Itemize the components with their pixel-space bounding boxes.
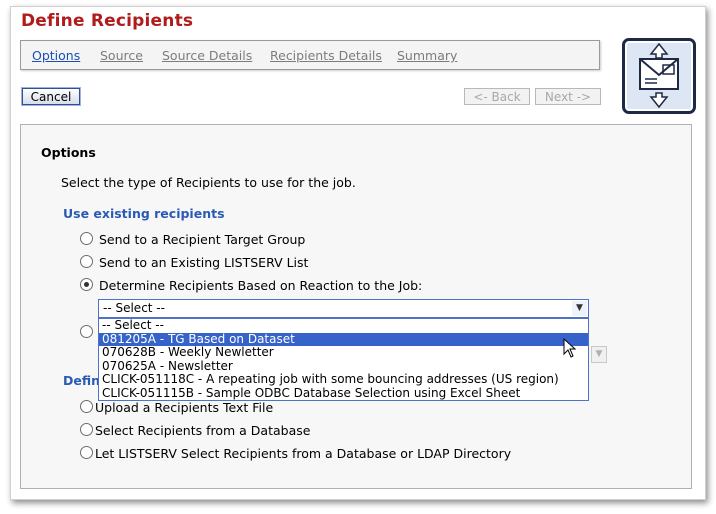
tab-source-details[interactable]: Source Details — [162, 48, 252, 63]
back-button[interactable]: <- Back — [464, 88, 530, 105]
instruction-text: Select the type of Recipients to use for… — [61, 175, 356, 190]
radio-button[interactable] — [80, 446, 93, 459]
radio-label: Determine Recipients Based on Reaction t… — [99, 278, 423, 293]
envelope-exchange-icon — [622, 38, 696, 114]
tab-summary[interactable]: Summary — [397, 48, 457, 63]
cancel-button[interactable]: Cancel — [22, 88, 80, 105]
job-select-dropdown[interactable]: -- Select -- 081205A - TG Based on Datas… — [98, 318, 589, 401]
dropdown-option[interactable]: 070625A - Newsletter — [99, 359, 588, 374]
radio-label: Send to an Existing LISTSERV List — [99, 255, 309, 270]
radio-listserv-list[interactable]: Send to an Existing LISTSERV List — [80, 255, 308, 270]
dropdown-option[interactable]: CLICK-051118C - A repeating job with som… — [99, 372, 588, 387]
tab-source[interactable]: Source — [100, 48, 143, 63]
radio-button[interactable] — [80, 423, 93, 436]
radio-label: Select Recipients from a Database — [95, 423, 311, 438]
job-select-value: -- Select -- — [103, 301, 165, 315]
tab-options[interactable]: Options — [32, 48, 80, 63]
job-select[interactable]: -- Select -- ▼ — [98, 299, 589, 318]
radio-label: Let LISTSERV Select Recipients from a Da… — [95, 446, 512, 461]
section-title: Options — [41, 145, 96, 160]
mouse-pointer-icon — [563, 337, 577, 362]
radio-button[interactable] — [80, 400, 93, 413]
existing-recipients-heading: Use existing recipients — [63, 206, 225, 221]
dropdown-option[interactable]: CLICK-051115B - Sample ODBC Database Sel… — [99, 386, 588, 401]
chevron-down-icon[interactable]: ▼ — [591, 346, 607, 363]
page-title: Define Recipients — [21, 11, 194, 31]
dropdown-option-highlighted[interactable]: 081205A - TG Based on Dataset — [99, 332, 588, 346]
dropdown-option[interactable]: 070628B - Weekly Newletter — [99, 345, 588, 360]
tab-recipients-details[interactable]: Recipients Details — [270, 48, 382, 63]
define-recipients-heading: Defin — [63, 373, 101, 388]
chevron-down-icon[interactable]: ▼ — [572, 301, 587, 316]
wizard-tab-bar: Options Source Source Details Recipients… — [20, 40, 600, 70]
radio-button-selected[interactable] — [80, 278, 93, 291]
radio-reaction-to-job[interactable]: Determine Recipients Based on Reaction t… — [80, 278, 422, 293]
next-button[interactable]: Next -> — [535, 88, 601, 105]
radio-select-from-database[interactable]: Select Recipients from a Database — [80, 423, 310, 438]
radio-target-group[interactable]: Send to a Recipient Target Group — [80, 232, 305, 247]
radio-label: Send to a Recipient Target Group — [99, 232, 306, 247]
radio-label: Upload a Recipients Text File — [95, 400, 274, 415]
dropdown-option[interactable]: -- Select -- — [99, 318, 588, 333]
radio-button[interactable] — [80, 325, 93, 338]
radio-button[interactable] — [80, 255, 93, 268]
radio-button[interactable] — [80, 232, 93, 245]
radio-upload-text-file[interactable]: Upload a Recipients Text File — [80, 400, 273, 415]
radio-listserv-select[interactable]: Let LISTSERV Select Recipients from a Da… — [80, 446, 511, 461]
radio-partially-hidden[interactable] — [80, 325, 99, 340]
